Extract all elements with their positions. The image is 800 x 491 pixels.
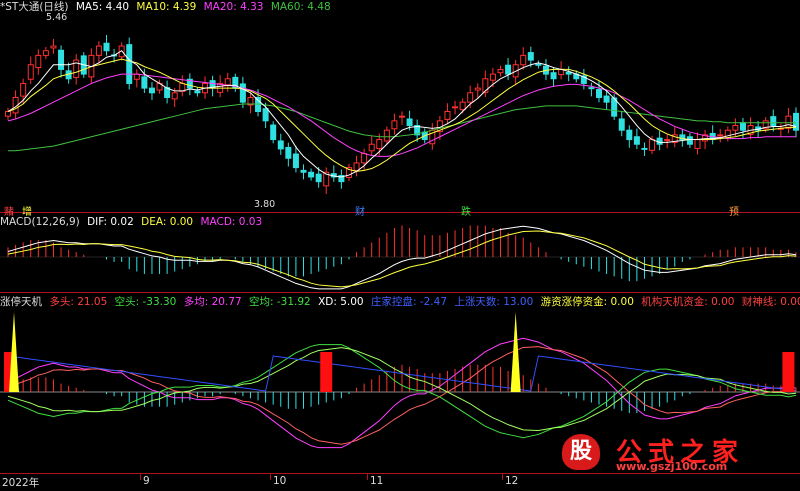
candle-body xyxy=(103,42,110,52)
candle-body xyxy=(489,73,496,81)
low-price-label: 3.80 xyxy=(254,199,276,210)
candle-body xyxy=(505,64,512,75)
candle-body xyxy=(467,92,474,103)
limit-up-bar xyxy=(320,352,333,392)
candle-body xyxy=(126,44,133,84)
candle-body xyxy=(50,45,57,49)
candle-body xyxy=(391,120,398,130)
x-label-12: 12 xyxy=(505,475,519,487)
x-tick xyxy=(140,474,141,480)
x-axis: 2022年 9 10 11 12 xyxy=(0,473,800,491)
candle-body xyxy=(42,50,49,56)
candle-body xyxy=(459,101,466,111)
candle-body xyxy=(35,54,42,69)
logo-url: www.gszj100.com xyxy=(616,460,728,473)
x-label-11: 11 xyxy=(370,475,384,487)
candle-body xyxy=(141,76,148,89)
candle-body xyxy=(27,64,34,80)
duojun-line xyxy=(7,346,797,445)
candle-body xyxy=(270,124,277,141)
candle-body xyxy=(633,136,640,145)
candle-body xyxy=(171,92,178,100)
candle-body xyxy=(361,153,368,164)
candle-body xyxy=(308,171,315,178)
candle-body xyxy=(535,63,542,66)
candle-body xyxy=(368,143,375,152)
candle-body xyxy=(588,87,595,90)
candle-body xyxy=(474,87,481,91)
candle-body xyxy=(444,111,451,120)
candle-body xyxy=(353,162,360,171)
high-price-label: 5.46 xyxy=(46,12,68,23)
candle-body xyxy=(277,140,284,150)
limit-up-bar xyxy=(782,352,795,392)
candle-body xyxy=(5,111,11,117)
candle-body xyxy=(550,72,557,80)
candle-body xyxy=(739,122,746,131)
candle-body xyxy=(732,125,739,131)
candle-body xyxy=(596,89,602,98)
event-marker-1[interactable]: 赌 xyxy=(4,203,14,218)
candle-body xyxy=(664,139,671,142)
x-label-2022: 2022年 xyxy=(2,477,40,489)
candle-body xyxy=(194,90,201,94)
x-tick xyxy=(502,474,503,480)
event-marker-3[interactable]: 财 xyxy=(355,203,365,218)
x-tick xyxy=(367,474,368,480)
candle-body xyxy=(649,139,656,151)
candle-body xyxy=(292,153,299,169)
site-logo: 股 公式之家 www.gszj100.com xyxy=(556,432,784,473)
candle-body xyxy=(618,118,625,131)
candle-body xyxy=(686,136,693,145)
candle-body xyxy=(406,118,413,127)
logo-badge: 股 xyxy=(562,434,600,470)
candle-body xyxy=(626,129,633,141)
candle-body xyxy=(452,106,459,109)
candle-body xyxy=(641,147,648,150)
candle-body xyxy=(565,71,572,75)
x-label-9: 9 xyxy=(143,475,150,487)
candle-body xyxy=(520,54,527,66)
event-marker-4[interactable]: 跌 xyxy=(461,203,471,218)
stock-chart[interactable] xyxy=(0,0,800,473)
candle-body xyxy=(133,73,140,80)
candle-body xyxy=(694,139,701,149)
candle-body xyxy=(300,169,307,173)
candle-body xyxy=(239,83,246,103)
candle-body xyxy=(285,146,292,159)
candle-body xyxy=(95,45,102,56)
candle-body xyxy=(224,78,231,86)
candle-body xyxy=(58,49,65,70)
candle-body xyxy=(148,87,155,94)
candle-body xyxy=(376,139,383,149)
candle-body xyxy=(497,68,504,74)
candle-body xyxy=(527,52,534,61)
candle-body xyxy=(770,116,777,127)
candle-body xyxy=(717,134,724,137)
event-marker-5[interactable]: 预 xyxy=(729,203,739,218)
candle-body xyxy=(383,129,390,142)
candle-body xyxy=(603,95,610,103)
candle-body xyxy=(20,82,27,97)
candle-body xyxy=(262,108,269,122)
event-marker-2[interactable]: 增 xyxy=(22,203,32,218)
x-tick xyxy=(270,474,271,480)
candle-body xyxy=(315,173,322,183)
x-label-10: 10 xyxy=(273,475,287,487)
candle-body xyxy=(399,115,405,118)
